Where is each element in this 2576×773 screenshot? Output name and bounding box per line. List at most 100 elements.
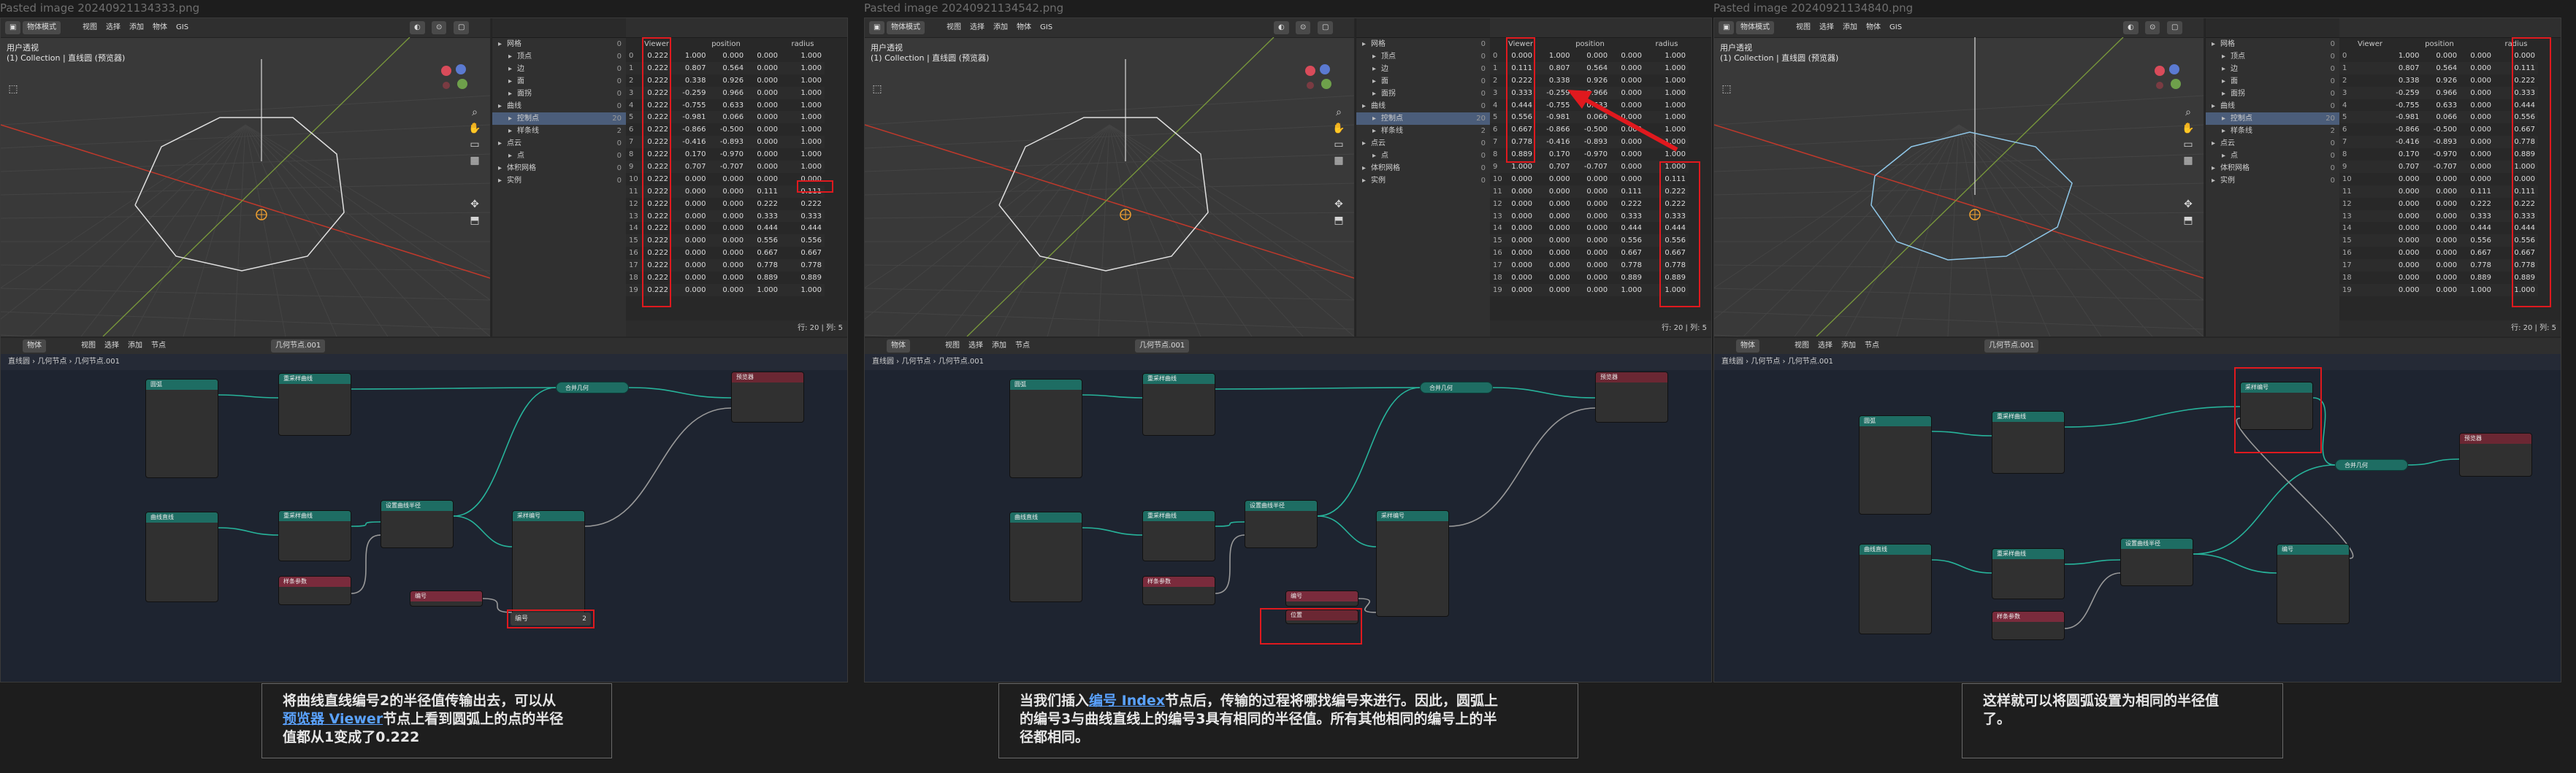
xray-button[interactable]: ▢ — [2167, 21, 2183, 34]
xray-button[interactable]: ▢ — [1318, 21, 1334, 34]
viewport-menu-item[interactable]: 添加 — [1843, 23, 1857, 31]
node-join[interactable]: 合并几何 — [2335, 459, 2408, 471]
node-resample2[interactable]: 重采样曲线 — [1992, 548, 2065, 599]
mode-dropdown[interactable]: 物体模式 — [23, 21, 61, 34]
move-icon[interactable]: ✥ — [468, 198, 481, 211]
node-index[interactable]: 编号 — [410, 591, 483, 607]
select-tool-icon[interactable]: ⬚ — [7, 82, 20, 96]
3d-viewport[interactable]: ▣ 物体模式 视图 选择 添加 物体 GIS ◐ ⊙ ▢ 用户透视 (1) Collec… — [1, 18, 490, 336]
node-set_radius[interactable]: 设置曲线半径 — [2120, 538, 2193, 586]
node-arc[interactable]: 圆弧 — [145, 379, 218, 478]
node-set_radius[interactable]: 设置曲线半径 — [1245, 500, 1318, 548]
domain-item[interactable]: ▸ 控制点 20 — [492, 112, 626, 125]
domain-item[interactable]: ▸ 点云 0 — [492, 137, 626, 150]
grid-icon[interactable]: ▦ — [1332, 154, 1345, 167]
domain-item[interactable]: ▸ 网格 0 — [492, 38, 626, 50]
node-editor[interactable]: 物体 视图 选择 添加 节点 几何节点.001 直线圆 › 几何节点 › 几何节点.0… — [1714, 338, 2561, 682]
domain-item[interactable]: ▸ 面拐 0 — [2206, 88, 2339, 100]
node-set_radius[interactable]: 设置曲线半径 — [381, 500, 454, 548]
viewport-menu-item[interactable]: GIS — [1040, 23, 1052, 31]
node-param[interactable]: 样条参数 — [1992, 611, 2065, 640]
domain-item[interactable]: ▸ 曲线 0 — [492, 100, 626, 112]
domain-item[interactable]: ▸ 面 0 — [492, 75, 626, 88]
hand-icon[interactable]: ✋ — [1332, 122, 1345, 135]
navigation-gizmo[interactable] — [2151, 62, 2183, 94]
grid-icon[interactable]: ▦ — [468, 154, 481, 167]
domain-item[interactable]: ▸ 顶点 0 — [492, 50, 626, 63]
viewport-menu-item[interactable]: GIS — [1889, 23, 1902, 31]
viewer-link[interactable]: 预览器 Viewer — [283, 711, 383, 727]
domain-item[interactable]: ▸ 面 0 — [1356, 75, 1490, 88]
navigation-gizmo[interactable] — [437, 62, 470, 94]
domain-item[interactable]: ▸ 面 0 — [2206, 75, 2339, 88]
editor-type-button[interactable]: ▣ — [869, 21, 885, 34]
node-viewer[interactable]: 预览器 — [1595, 372, 1668, 423]
zoom-icon[interactable]: ⌕ — [1332, 106, 1345, 119]
grid-icon[interactable]: ▦ — [2182, 154, 2195, 167]
domain-item[interactable]: ▸ 样条线 2 — [492, 125, 626, 137]
domain-item[interactable]: ▸ 点云 0 — [1356, 137, 1490, 150]
camera-icon[interactable]: ▭ — [468, 138, 481, 151]
domain-item[interactable]: ▸ 边 0 — [2206, 63, 2339, 75]
shading-button[interactable]: ◐ — [410, 21, 425, 34]
domain-item[interactable]: ▸ 样条线 2 — [1356, 125, 1490, 137]
domain-item[interactable]: ▸ 体积网格 0 — [2206, 162, 2339, 174]
viewport-menu-item[interactable]: GIS — [176, 23, 188, 31]
viewport-menu-item[interactable]: 选择 — [106, 23, 121, 31]
domain-item[interactable]: ▸ 点云 0 — [2206, 137, 2339, 150]
node-editor[interactable]: 物体 视图 选择 添加 节点 几何节点.001 直线圆 › 几何节点 › 几何节点.0… — [865, 338, 1711, 682]
node-curve_line[interactable]: 曲线直线 — [1859, 544, 1932, 634]
camera-icon[interactable]: ▭ — [1332, 138, 1345, 151]
viewport-menu-item[interactable]: 视图 — [1796, 23, 1811, 31]
domain-item[interactable]: ▸ 网格 0 — [1356, 38, 1490, 50]
node-resample2[interactable]: 重采样曲线 — [278, 510, 351, 561]
move-icon[interactable]: ✥ — [2182, 198, 2195, 211]
zoom-icon[interactable]: ⌕ — [2182, 106, 2195, 119]
domain-item[interactable]: ▸ 顶点 0 — [1356, 50, 1490, 63]
domain-item[interactable]: ▸ 控制点 20 — [1356, 112, 1490, 125]
overlay-button[interactable]: ⊙ — [432, 21, 447, 34]
domain-item[interactable]: ▸ 体积网格 0 — [1356, 162, 1490, 174]
domain-item[interactable]: ▸ 面拐 0 — [1356, 88, 1490, 100]
domain-item[interactable]: ▸ 曲线 0 — [2206, 100, 2339, 112]
shading-button[interactable]: ◐ — [2123, 21, 2139, 34]
zoom-icon[interactable]: ⌕ — [468, 106, 481, 119]
shading-button[interactable]: ◐ — [1274, 21, 1289, 34]
node-curve_line[interactable]: 曲线直线 — [145, 512, 218, 602]
node-resample1[interactable]: 重采样曲线 — [278, 373, 351, 436]
domain-item[interactable]: ▸ 体积网格 0 — [492, 162, 626, 174]
editor-type-button[interactable]: ▣ — [1719, 21, 1735, 34]
transform-icon[interactable]: ⬒ — [1332, 214, 1345, 227]
node-join[interactable]: 合并几何 — [556, 382, 629, 393]
node-arc[interactable]: 圆弧 — [1009, 379, 1082, 478]
viewport-menu-item[interactable]: 添加 — [129, 23, 144, 31]
hand-icon[interactable]: ✋ — [2182, 122, 2195, 135]
viewport-menu-item[interactable]: 选择 — [1819, 23, 1834, 31]
transform-icon[interactable]: ⬒ — [2182, 214, 2195, 227]
camera-icon[interactable]: ▭ — [2182, 138, 2195, 151]
hand-icon[interactable]: ✋ — [468, 122, 481, 135]
move-icon[interactable]: ✥ — [1332, 198, 1345, 211]
viewport-menu-item[interactable]: 物体 — [153, 23, 167, 31]
viewport-menu-item[interactable]: 视图 — [947, 23, 961, 31]
node-resample1[interactable]: 重采样曲线 — [1992, 411, 2065, 474]
index-link[interactable]: 编号 Index — [1089, 693, 1165, 709]
domain-item[interactable]: ▸ 顶点 0 — [2206, 50, 2339, 63]
node-join[interactable]: 合并几何 — [1420, 382, 1493, 393]
overlay-button[interactable]: ⊙ — [1296, 21, 1311, 34]
navigation-gizmo[interactable] — [1302, 62, 1334, 94]
domain-item[interactable]: ▸ 样条线 2 — [2206, 125, 2339, 137]
domain-item[interactable]: ▸ 网格 0 — [2206, 38, 2339, 50]
viewport-menu-item[interactable]: 视图 — [83, 23, 97, 31]
3d-viewport[interactable]: ▣ 物体模式 视图 选择 添加 物体 GIS ◐ ⊙ ▢ 用户透视 (1) Collec… — [1714, 18, 2204, 336]
domain-item[interactable]: ▸ 边 0 — [1356, 63, 1490, 75]
node-resample1[interactable]: 重采样曲线 — [1142, 373, 1215, 436]
node-transfer[interactable]: 采样编号 — [1376, 510, 1449, 617]
domain-item[interactable]: ▸ 点 0 — [1356, 150, 1490, 162]
node-index[interactable]: 编号 — [2277, 544, 2350, 624]
transform-icon[interactable]: ⬒ — [468, 214, 481, 227]
domain-item[interactable]: ▸ 实例 0 — [1356, 174, 1490, 187]
3d-viewport[interactable]: ▣ 物体模式 视图 选择 添加 物体 GIS ◐ ⊙ ▢ 用户透视 (1) Collec… — [865, 18, 1354, 336]
node-viewer[interactable]: 预览器 — [731, 372, 804, 423]
viewport-menu-item[interactable]: 物体 — [1017, 23, 1031, 31]
